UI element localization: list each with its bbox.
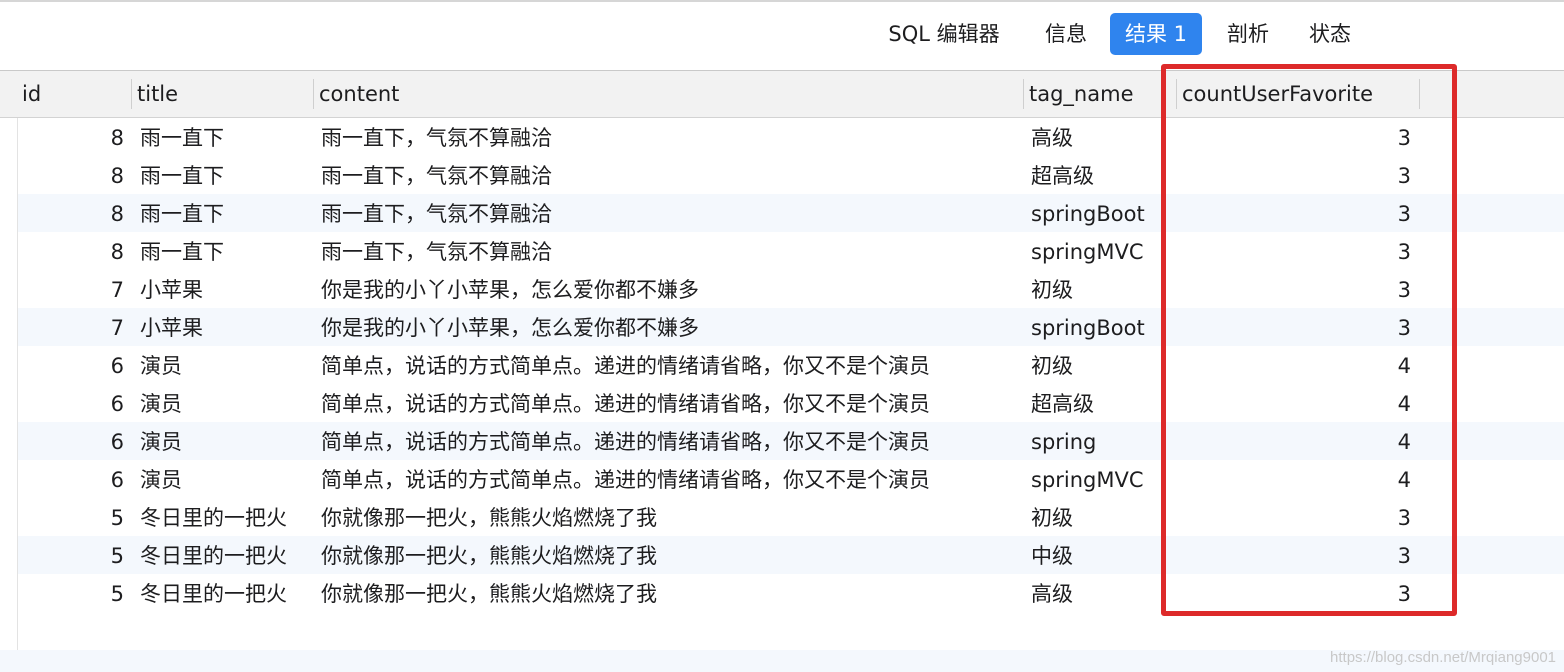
cell-id[interactable]: 7 — [0, 308, 124, 346]
table-row[interactable]: 6 演员 简单点，说话的方式简单点。递进的情绪请省略，你又不是个演员 初级 4 — [0, 346, 1564, 384]
column-divider[interactable] — [1419, 79, 1420, 109]
cell-id[interactable]: 5 — [0, 498, 124, 536]
watermark: https://blog.csdn.net/Mrqiang9001 — [1330, 649, 1556, 666]
cell-id[interactable]: 6 — [0, 422, 124, 460]
cell-tag-name[interactable]: springMVC — [1031, 460, 1171, 498]
cell-content[interactable]: 你就像那一把火，熊熊火焰燃烧了我 — [321, 574, 1021, 612]
table-row[interactable]: 6 演员 简单点，说话的方式简单点。递进的情绪请省略，你又不是个演员 spring 4 — [0, 422, 1564, 460]
cell-id[interactable]: 7 — [0, 270, 124, 308]
tab-sql-editor[interactable]: SQL 编辑器 — [876, 13, 1012, 55]
cell-content[interactable]: 简单点，说话的方式简单点。递进的情绪请省略，你又不是个演员 — [321, 422, 1021, 460]
cell-count-user-favorite[interactable]: 3 — [1180, 308, 1411, 346]
column-header-content[interactable]: content — [313, 71, 1023, 117]
tab-status[interactable]: 状态 — [1298, 13, 1362, 55]
cell-title[interactable]: 演员 — [140, 460, 310, 498]
result-toolbar: SQL 编辑器 信息 结果 1 剖析 状态 — [0, 2, 1564, 70]
cell-title[interactable]: 冬日里的一把火 — [140, 498, 310, 536]
cell-title[interactable]: 演员 — [140, 384, 310, 422]
cell-count-user-favorite[interactable]: 4 — [1180, 384, 1411, 422]
cell-title[interactable]: 演员 — [140, 422, 310, 460]
table-row[interactable]: 5 冬日里的一把火 你就像那一把火，熊熊火焰燃烧了我 高级 3 — [0, 574, 1564, 612]
table-row[interactable]: 8 雨一直下 雨一直下，气氛不算融洽 springMVC 3 — [0, 232, 1564, 270]
cell-content[interactable]: 你是我的小丫小苹果，怎么爱你都不嫌多 — [321, 308, 1021, 346]
cell-tag-name[interactable]: 初级 — [1031, 498, 1171, 536]
table-row[interactable]: 6 演员 简单点，说话的方式简单点。递进的情绪请省略，你又不是个演员 springMV… — [0, 460, 1564, 498]
tab-info[interactable]: 信息 — [1034, 13, 1098, 55]
cell-tag-name[interactable]: 中级 — [1031, 536, 1171, 574]
cell-title[interactable]: 小苹果 — [140, 308, 310, 346]
cell-count-user-favorite[interactable]: 3 — [1180, 118, 1411, 156]
column-header-tag-name[interactable]: tag_name — [1023, 71, 1176, 117]
table-row[interactable]: 5 冬日里的一把火 你就像那一把火，熊熊火焰燃烧了我 初级 3 — [0, 498, 1564, 536]
cell-id[interactable]: 5 — [0, 536, 124, 574]
cell-count-user-favorite[interactable]: 3 — [1180, 574, 1411, 612]
cell-content[interactable]: 你就像那一把火，熊熊火焰燃烧了我 — [321, 536, 1021, 574]
table-row[interactable]: 8 雨一直下 雨一直下，气氛不算融洽 超高级 3 — [0, 156, 1564, 194]
cell-title[interactable]: 雨一直下 — [140, 194, 310, 232]
cell-tag-name[interactable]: springMVC — [1031, 232, 1171, 270]
cell-tag-name[interactable]: 超高级 — [1031, 156, 1171, 194]
cell-content[interactable]: 雨一直下，气氛不算融洽 — [321, 194, 1021, 232]
cell-id[interactable]: 6 — [0, 346, 124, 384]
cell-count-user-favorite[interactable]: 4 — [1180, 422, 1411, 460]
table-row[interactable]: 6 演员 简单点，说话的方式简单点。递进的情绪请省略，你又不是个演员 超高级 4 — [0, 384, 1564, 422]
cell-count-user-favorite[interactable]: 3 — [1180, 194, 1411, 232]
table-row[interactable]: 8 雨一直下 雨一直下，气氛不算融洽 springBoot 3 — [0, 194, 1564, 232]
cell-content[interactable]: 你就像那一把火，熊熊火焰燃烧了我 — [321, 498, 1021, 536]
cell-id[interactable]: 6 — [0, 460, 124, 498]
cell-content[interactable]: 雨一直下，气氛不算融洽 — [321, 232, 1021, 270]
cell-title[interactable]: 冬日里的一把火 — [140, 574, 310, 612]
cell-title[interactable]: 雨一直下 — [140, 156, 310, 194]
cell-count-user-favorite[interactable]: 3 — [1180, 498, 1411, 536]
cell-id[interactable]: 8 — [0, 194, 124, 232]
cell-id[interactable]: 8 — [0, 232, 124, 270]
row-gutter — [0, 118, 18, 672]
cell-title[interactable]: 雨一直下 — [140, 118, 310, 156]
tab-result-1[interactable]: 结果 1 — [1110, 13, 1202, 55]
cell-id[interactable]: 5 — [0, 574, 124, 612]
cell-tag-name[interactable]: 高级 — [1031, 118, 1171, 156]
table-row[interactable]: 8 雨一直下 雨一直下，气氛不算融洽 高级 3 — [0, 118, 1564, 156]
table-row[interactable]: 7 小苹果 你是我的小丫小苹果，怎么爱你都不嫌多 初级 3 — [0, 270, 1564, 308]
cell-id[interactable]: 6 — [0, 384, 124, 422]
table-row[interactable]: 5 冬日里的一把火 你就像那一把火，熊熊火焰燃烧了我 中级 3 — [0, 536, 1564, 574]
cell-tag-name[interactable]: 高级 — [1031, 574, 1171, 612]
cell-title[interactable]: 雨一直下 — [140, 232, 310, 270]
cell-tag-name[interactable]: spring — [1031, 422, 1171, 460]
cell-title[interactable]: 冬日里的一把火 — [140, 536, 310, 574]
cell-tag-name[interactable]: 超高级 — [1031, 384, 1171, 422]
table-row[interactable]: 7 小苹果 你是我的小丫小苹果，怎么爱你都不嫌多 springBoot 3 — [0, 308, 1564, 346]
cell-count-user-favorite[interactable]: 3 — [1180, 270, 1411, 308]
cell-tag-name[interactable]: springBoot — [1031, 308, 1171, 346]
cell-id[interactable]: 8 — [0, 156, 124, 194]
cell-title[interactable]: 演员 — [140, 346, 310, 384]
column-header-id[interactable]: id — [16, 71, 131, 117]
cell-count-user-favorite[interactable]: 3 — [1180, 536, 1411, 574]
cell-count-user-favorite[interactable]: 3 — [1180, 156, 1411, 194]
cell-content[interactable]: 简单点，说话的方式简单点。递进的情绪请省略，你又不是个演员 — [321, 346, 1021, 384]
cell-title[interactable]: 小苹果 — [140, 270, 310, 308]
table-header: id title content tag_name countUserFavor… — [0, 70, 1564, 118]
column-header-title[interactable]: title — [131, 71, 313, 117]
cell-content[interactable]: 雨一直下，气氛不算融洽 — [321, 156, 1021, 194]
cell-content[interactable]: 雨一直下，气氛不算融洽 — [321, 118, 1021, 156]
cell-content[interactable]: 简单点，说话的方式简单点。递进的情绪请省略，你又不是个演员 — [321, 460, 1021, 498]
cell-tag-name[interactable]: 初级 — [1031, 346, 1171, 384]
cell-id[interactable]: 8 — [0, 118, 124, 156]
tab-profile[interactable]: 剖析 — [1216, 13, 1280, 55]
cell-count-user-favorite[interactable]: 4 — [1180, 460, 1411, 498]
cell-count-user-favorite[interactable]: 4 — [1180, 346, 1411, 384]
column-header-count-user-favorite[interactable]: countUserFavorite — [1176, 71, 1419, 117]
cell-count-user-favorite[interactable]: 3 — [1180, 232, 1411, 270]
cell-tag-name[interactable]: 初级 — [1031, 270, 1171, 308]
cell-content[interactable]: 你是我的小丫小苹果，怎么爱你都不嫌多 — [321, 270, 1021, 308]
cell-content[interactable]: 简单点，说话的方式简单点。递进的情绪请省略，你又不是个演员 — [321, 384, 1021, 422]
cell-tag-name[interactable]: springBoot — [1031, 194, 1171, 232]
